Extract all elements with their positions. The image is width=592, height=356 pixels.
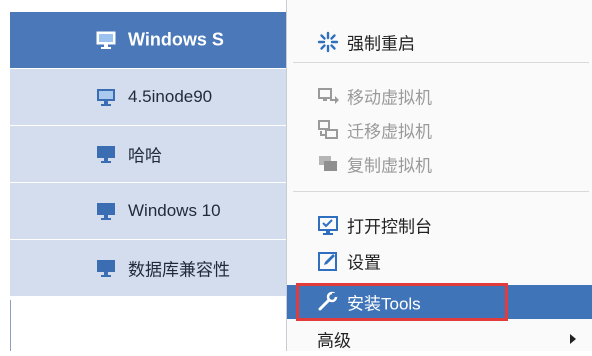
vm-list-item-windows-s[interactable]: Windows S [10,12,286,69]
settings-icon [318,252,337,271]
menu-item-label: 打开控制台 [347,217,432,237]
menu-separator [293,191,589,192]
menu-item-settings[interactable]: 设置 [287,244,592,278]
move-vm-icon [318,88,339,104]
menu-item-label: 复制虚拟机 [347,156,432,176]
migrate-vm-icon [318,120,338,139]
monitor-icon [97,89,115,106]
monitor-icon [97,260,115,277]
menu-item-force-restart[interactable]: 强制重启 [287,25,592,59]
vm-name: Windows S [128,29,224,50]
menu-separator [293,62,589,63]
vm-list-item-haha[interactable]: 哈哈 [10,126,286,183]
vm-name: Windows 10 [128,201,221,220]
menu-item-label: 高级 [317,331,351,351]
vm-name: 数据库兼容性 [128,260,230,280]
monitor-icon [97,203,115,220]
menu-item-copy-vm[interactable]: 复制虚拟机 [287,147,592,181]
menu-item-label: 移动虚拟机 [347,88,432,108]
menu-item-migrate-vm[interactable]: 迁移虚拟机 [287,113,592,147]
copy-vm-icon [319,156,337,171]
vm-list-item-windows-10[interactable]: Windows 10 [10,183,286,240]
force-restart-icon [317,31,339,53]
vm-name: 哈哈 [128,146,162,166]
vm-list: Windows S 4.5inode90 哈哈 Windows 10 数据库兼容… [0,0,286,351]
submenu-arrow-icon [570,334,576,344]
monitor-icon [97,146,115,163]
menu-item-label: 强制重启 [347,34,415,54]
menu-item-open-console[interactable]: 打开控制台 [287,208,592,242]
menu-item-move-vm[interactable]: 移动虚拟机 [287,79,592,113]
menu-item-label: 迁移虚拟机 [347,122,432,142]
console-icon [318,216,338,235]
vm-list-item-4-5inode90[interactable]: 4.5inode90 [10,69,286,126]
list-border [10,300,11,351]
monitor-icon [96,31,116,49]
vm-list-item-database-compat[interactable]: 数据库兼容性 [10,240,286,297]
annotation-highlight-box [296,283,508,321]
menu-item-label: 设置 [347,253,381,273]
vm-name: 4.5inode90 [128,87,213,106]
